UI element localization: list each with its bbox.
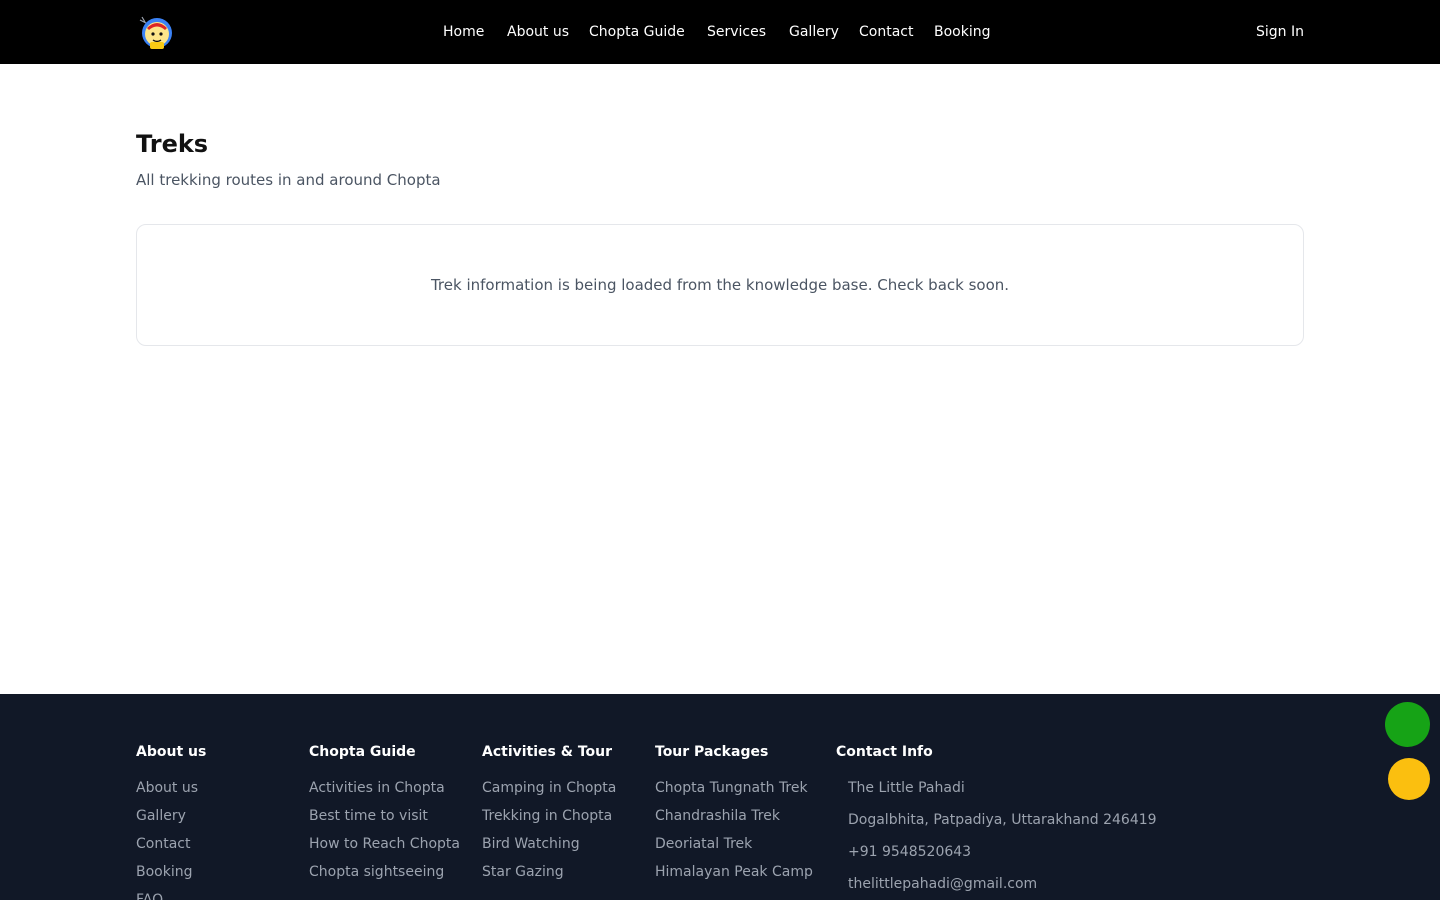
footer-link-trekking[interactable]: Trekking in Chopta <box>482 806 616 826</box>
contact-phone[interactable]: +91 9548520643 <box>836 842 1157 862</box>
footer-column-contact-info: Contact Info The Little Pahadi Dogalbhit… <box>836 742 1157 900</box>
footer-link-bird-watching[interactable]: Bird Watching <box>482 834 616 854</box>
footer-link-best-time[interactable]: Best time to visit <box>309 806 460 826</box>
footer-heading-about: About us <box>136 744 207 760</box>
footer-link-how-to-reach[interactable]: How to Reach Chopta <box>309 834 460 854</box>
footer-column-tour-packages: Tour Packages Chopta Tungnath Trek Chand… <box>655 742 813 890</box>
contact-address: Dogalbhita, Patpadiya, Uttarakhand 24641… <box>848 812 1157 828</box>
footer-column-activities: Activities & Tour Camping in Chopta Trek… <box>482 742 616 890</box>
loading-notice: Trek information is being loaded from th… <box>430 276 1010 294</box>
footer-link-booking[interactable]: Booking <box>136 862 206 882</box>
sign-in-link[interactable]: Sign In <box>1256 22 1304 42</box>
nav-services[interactable]: Services <box>707 22 766 42</box>
footer-link-star-gazing[interactable]: Star Gazing <box>482 862 616 882</box>
yellow-circle-button-icon[interactable] <box>1388 758 1430 800</box>
site-footer: About us About us Gallery Contact Bookin… <box>0 694 1440 900</box>
nav-home[interactable]: Home <box>443 22 484 42</box>
footer-link-camping[interactable]: Camping in Chopta <box>482 778 616 798</box>
footer-link-deoriatal-trek[interactable]: Deoriatal Trek <box>655 834 813 854</box>
trek-info-card: Trek information is being loaded from th… <box>136 224 1304 346</box>
footer-link-gallery[interactable]: Gallery <box>136 806 206 826</box>
nav-contact[interactable]: Contact <box>859 22 913 42</box>
main-nav: Home About us Chopta Guide Services Gall… <box>0 0 1440 64</box>
footer-heading-activities: Activities & Tour <box>482 744 613 760</box>
footer-link-activities[interactable]: Activities in Chopta <box>309 778 460 798</box>
footer-link-sightseeing[interactable]: Chopta sightseeing <box>309 862 460 882</box>
footer-link-tungnath-trek[interactable]: Chopta Tungnath Trek <box>655 778 813 798</box>
footer-column-about: About us About us Gallery Contact Bookin… <box>136 742 206 900</box>
page-subtitle: All trekking routes in and around Chopta <box>136 171 441 189</box>
footer-column-chopta-guide: Chopta Guide Activities in Chopta Best t… <box>309 742 460 890</box>
footer-heading-contact-info: Contact Info <box>836 744 933 760</box>
footer-link-chandrashila-trek[interactable]: Chandrashila Trek <box>655 806 813 826</box>
contact-business-name: The Little Pahadi <box>848 780 965 796</box>
footer-link-faq[interactable]: FAQ <box>136 890 206 900</box>
nav-chopta-guide[interactable]: Chopta Guide <box>589 22 685 42</box>
nav-gallery[interactable]: Gallery <box>789 22 839 42</box>
footer-heading-tour-packages: Tour Packages <box>655 744 769 760</box>
nav-about-us[interactable]: About us <box>507 22 569 42</box>
page-title: Treks <box>136 130 209 158</box>
top-navbar: Home About us Chopta Guide Services Gall… <box>0 0 1440 64</box>
footer-heading-chopta-guide: Chopta Guide <box>309 744 416 760</box>
nav-booking[interactable]: Booking <box>934 22 991 42</box>
footer-link-about-us[interactable]: About us <box>136 778 206 798</box>
contact-email[interactable]: thelittlepahadi@gmail.com <box>836 874 1157 894</box>
footer-link-contact[interactable]: Contact <box>136 834 206 854</box>
green-circle-button-icon[interactable] <box>1385 702 1430 747</box>
footer-link-himalayan-peak-camp[interactable]: Himalayan Peak Camp <box>655 862 813 882</box>
